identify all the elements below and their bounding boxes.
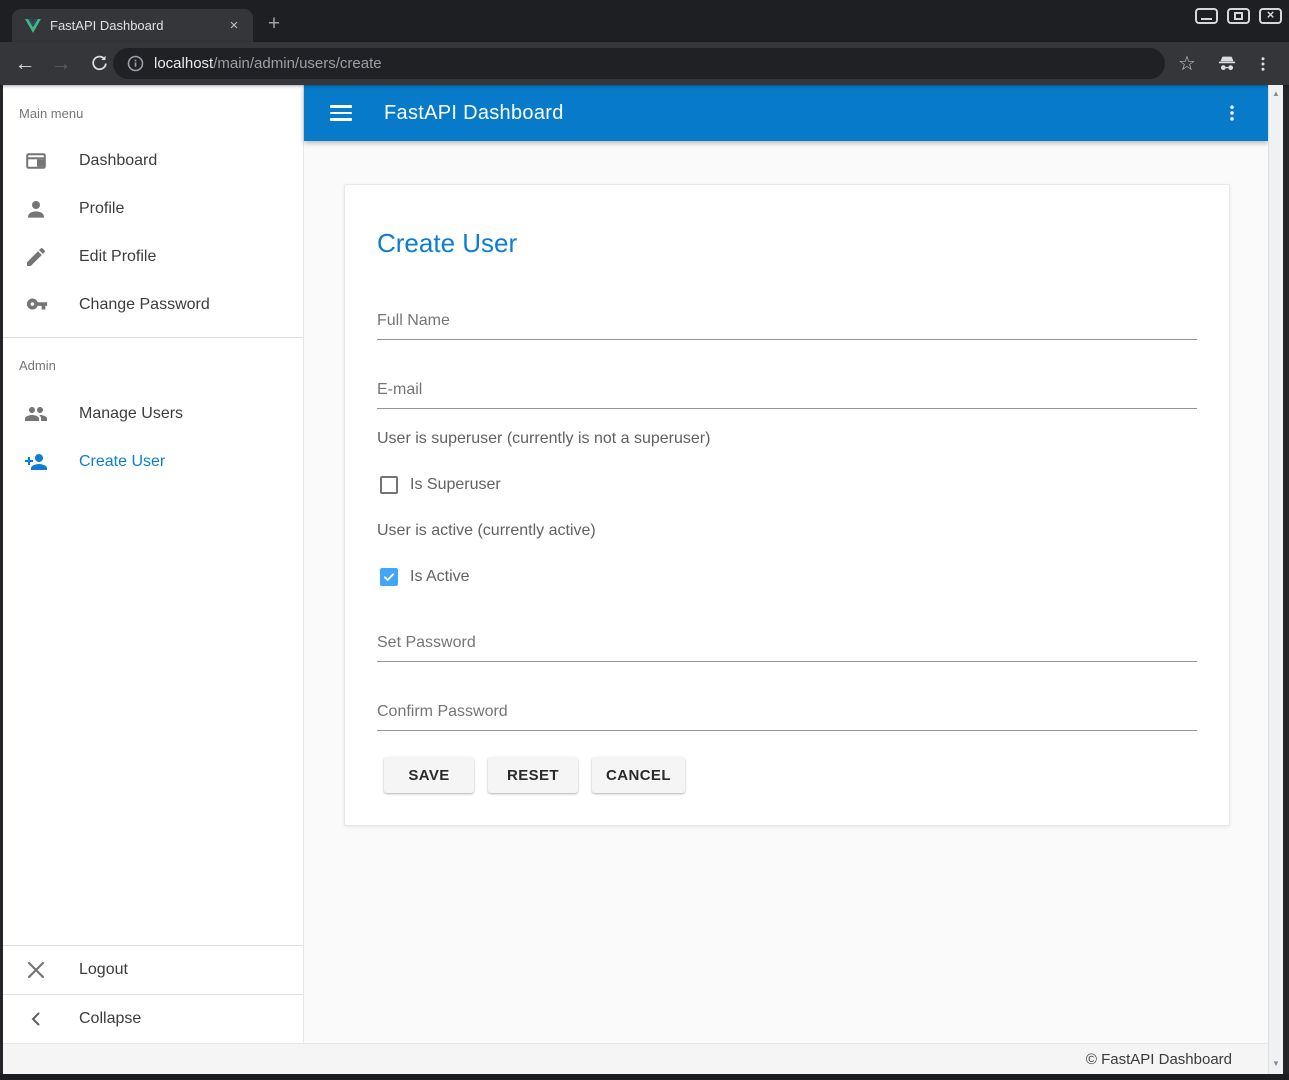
scrollbar-down-icon[interactable]: ▼ <box>1269 1059 1283 1068</box>
window-frame-right <box>1283 85 1289 1080</box>
site-info-icon[interactable] <box>127 55 144 72</box>
sidebar-item-label: Edit Profile <box>79 248 156 266</box>
app-bar-title: FastAPI Dashboard <box>384 102 1220 125</box>
active-note: User is active (currently active) <box>377 522 1197 541</box>
close-icon <box>24 958 48 982</box>
sidebar-item-label: Change Password <box>79 296 210 314</box>
maximize-button[interactable] <box>1227 8 1250 24</box>
url-host: localhost <box>154 55 213 72</box>
sidebar-item-profile[interactable]: Profile <box>3 185 303 233</box>
sidebar-item-logout[interactable]: Logout <box>3 946 303 994</box>
minimize-button[interactable] <box>1195 8 1218 24</box>
sidebar-item-label: Collapse <box>79 1010 141 1028</box>
browser-tab[interactable]: FastAPI Dashboard × <box>12 9 253 42</box>
window-controls: × <box>1195 8 1282 24</box>
sidebar-item-collapse[interactable]: Collapse <box>3 995 303 1043</box>
sidebar-item-create-user[interactable]: Create User <box>3 438 303 486</box>
cancel-button[interactable]: CANCEL <box>592 757 685 793</box>
sidebar-item-label: Dashboard <box>79 152 157 170</box>
page-title: Create User <box>377 228 1197 258</box>
is-active-checkbox[interactable] <box>380 568 398 586</box>
is-superuser-label: Is Superuser <box>410 476 501 494</box>
email-input[interactable] <box>377 381 1197 409</box>
sidebar-item-manage-users[interactable]: Manage Users <box>3 390 303 438</box>
create-user-card: Create User User is superuser (currently… <box>344 184 1230 826</box>
is-superuser-checkbox[interactable] <box>380 476 398 494</box>
sidebar-section-main-menu: Main menu <box>19 106 303 122</box>
browser-menu-icon[interactable] <box>1247 42 1279 85</box>
superuser-note: User is superuser (currently is not a su… <box>377 430 1197 449</box>
vue-favicon-icon <box>25 19 41 33</box>
person-icon <box>24 197 48 221</box>
back-button[interactable]: ← <box>8 42 42 85</box>
sidebar: Main menu Dashboard Profile Edit Profile… <box>3 85 304 1043</box>
full-name-input[interactable] <box>377 312 1197 340</box>
tab-title: FastAPI Dashboard <box>50 18 225 33</box>
group-icon <box>24 402 48 426</box>
sidebar-divider <box>3 337 303 338</box>
copyright-text: © FastAPI Dashboard <box>1086 1051 1232 1068</box>
incognito-icon <box>1211 42 1243 85</box>
confirm-password-input[interactable] <box>377 703 1197 731</box>
scrollbar-up-icon[interactable]: ▲ <box>1269 89 1283 98</box>
sidebar-section-admin: Admin <box>19 358 303 374</box>
key-icon <box>24 293 48 317</box>
bookmark-star-icon[interactable]: ☆ <box>1171 42 1203 85</box>
address-bar[interactable]: localhost/main/admin/users/create <box>113 48 1165 79</box>
app-bar-menu-icon[interactable] <box>1220 101 1244 125</box>
sidebar-item-label: Profile <box>79 200 124 218</box>
save-button[interactable]: SAVE <box>384 757 474 793</box>
forward-button: → <box>44 42 78 85</box>
person-add-icon <box>24 450 48 474</box>
sidebar-item-label: Logout <box>79 961 128 979</box>
sidebar-item-label: Create User <box>79 453 165 471</box>
url-path: /main/admin/users/create <box>213 55 381 72</box>
tab-close-icon[interactable]: × <box>225 17 243 35</box>
reset-button[interactable]: RESET <box>488 757 578 793</box>
sidebar-item-dashboard[interactable]: Dashboard <box>3 137 303 185</box>
sidebar-spacer <box>3 486 303 937</box>
set-password-input[interactable] <box>377 634 1197 662</box>
sidebar-item-change-password[interactable]: Change Password <box>3 281 303 329</box>
close-window-button[interactable]: × <box>1259 8 1282 24</box>
sidebar-item-edit-profile[interactable]: Edit Profile <box>3 233 303 281</box>
is-active-label: Is Active <box>410 568 470 586</box>
new-tab-button[interactable]: + <box>262 12 286 36</box>
hamburger-menu-icon[interactable] <box>330 101 354 125</box>
page-footer: © FastAPI Dashboard <box>3 1043 1268 1074</box>
chevron-left-icon <box>24 1007 48 1031</box>
browser-toolbar: ← → localhost/main/admin/users/create ☆ <box>0 42 1289 85</box>
browser-titlebar: FastAPI Dashboard × + × <box>0 0 1289 42</box>
window-frame-bottom <box>0 1074 1289 1080</box>
sidebar-item-label: Manage Users <box>79 405 183 423</box>
refresh-button[interactable] <box>82 42 116 85</box>
page-scrollbar[interactable]: ▲ ▼ <box>1268 85 1283 1074</box>
main-content: FastAPI Dashboard Create User User is su… <box>304 85 1268 1043</box>
dashboard-icon <box>24 149 48 173</box>
form-actions: SAVE RESET CANCEL <box>377 757 1197 793</box>
pencil-icon <box>24 245 48 269</box>
is-superuser-row[interactable]: Is Superuser <box>380 475 1197 495</box>
is-active-row[interactable]: Is Active <box>380 567 1197 587</box>
app-bar: FastAPI Dashboard <box>304 85 1268 141</box>
